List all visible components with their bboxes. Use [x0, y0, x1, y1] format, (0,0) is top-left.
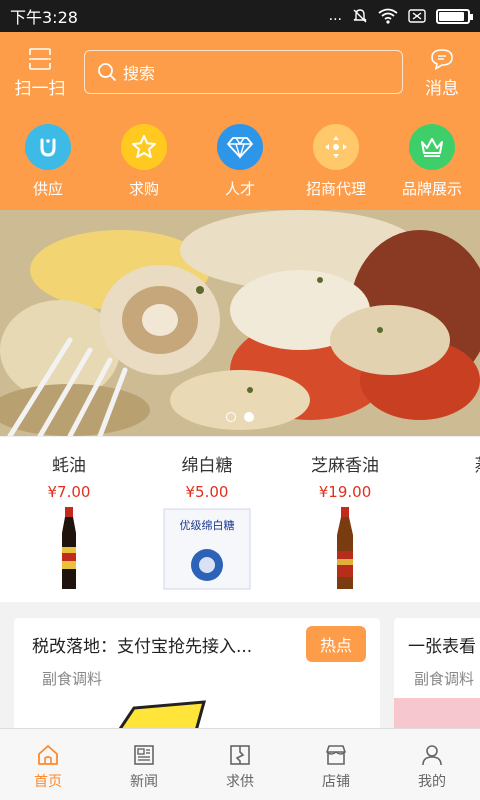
product-image: 优级绵白糖	[138, 507, 276, 591]
message-button[interactable]: 消息	[410, 48, 474, 99]
tab-label: 我的	[418, 774, 446, 790]
carousel-dot-active[interactable]	[244, 412, 254, 422]
status-bar: 下午3:28 ...	[0, 0, 480, 32]
message-label: 消息	[425, 79, 459, 99]
tab-label: 新闻	[130, 774, 158, 790]
category-supply[interactable]: 供应	[0, 124, 96, 204]
tab-shop[interactable]: 店铺	[288, 729, 384, 800]
shop-icon	[326, 745, 346, 765]
product-image	[0, 507, 138, 591]
tab-label: 店铺	[322, 774, 350, 790]
arrows-icon	[313, 124, 359, 170]
pack-text: 优级绵白糖	[180, 518, 235, 532]
scan-icon	[29, 48, 51, 70]
category-agency[interactable]: 招商代理	[288, 124, 384, 204]
tab-supply[interactable]: 求供	[192, 729, 288, 800]
scan-label: 扫一扫	[14, 79, 66, 99]
category-label: 求购	[128, 180, 159, 198]
news-card[interactable]: 税改落地：支付宝抢先接入... 热点 副食调料	[14, 618, 380, 728]
product-image	[276, 507, 414, 591]
news-category: 副食调料	[42, 670, 103, 688]
header: 扫一扫 搜索 消息 供应 求购 人才 招商代理 品牌展示	[0, 32, 480, 210]
sim-icon	[408, 9, 426, 23]
u-icon	[25, 124, 71, 170]
product-name: 绵白糖	[181, 456, 233, 476]
news-category: 副食调料	[414, 670, 475, 688]
category-row: 供应 求购 人才 招商代理 品牌展示	[0, 124, 480, 204]
sugar-pack: 优级绵白糖	[163, 508, 251, 590]
carousel-dots	[0, 412, 480, 422]
tab-label: 首页	[34, 774, 62, 790]
status-time: 下午3:28	[10, 8, 78, 27]
search-input[interactable]: 搜索	[84, 50, 403, 94]
top-bar: 扫一扫 搜索 消息	[0, 32, 480, 110]
news-card[interactable]: 一张表看 副食调料	[394, 618, 480, 728]
user-icon	[422, 745, 442, 766]
news-thumbnail	[118, 700, 207, 728]
oyster-sauce-bottle	[62, 507, 76, 589]
tab-mine[interactable]: 我的	[384, 729, 480, 800]
product-name: 蚝油	[52, 456, 86, 476]
diamond-icon	[217, 124, 263, 170]
category-label: 品牌展示	[401, 180, 462, 198]
category-brand[interactable]: 品牌展示	[384, 124, 480, 204]
product-price: ¥7.00	[47, 483, 91, 501]
home-icon	[38, 745, 58, 765]
product-card[interactable]: 绵白糖 ¥5.00 优级绵白糖	[138, 437, 276, 602]
crown-icon	[409, 124, 455, 170]
product-card[interactable]: 蒸	[414, 437, 480, 602]
status-dots: ...	[328, 8, 342, 24]
bottom-nav: 首页 新闻 求供 店铺 我的	[0, 728, 480, 800]
news-icon	[134, 745, 154, 765]
message-icon	[431, 49, 453, 70]
product-card[interactable]: 芝麻香油 ¥19.00	[276, 437, 414, 602]
product-price: ¥19.00	[318, 483, 372, 501]
tab-news[interactable]: 新闻	[96, 729, 192, 800]
tab-label: 求供	[226, 774, 254, 790]
wifi-icon	[378, 8, 398, 24]
news-carousel: 税改落地：支付宝抢先接入... 热点 副食调料 一张表看 副食调料	[0, 610, 480, 728]
search-placeholder: 搜索	[123, 64, 156, 83]
news-title: 一张表看	[408, 637, 476, 657]
scan-button[interactable]: 扫一扫	[8, 48, 72, 99]
product-card[interactable]: 蚝油 ¥7.00	[0, 437, 138, 602]
category-label: 供应	[32, 180, 63, 198]
product-price: ¥5.00	[185, 483, 229, 501]
category-label: 人才	[224, 180, 255, 198]
sesame-oil-bottle	[337, 507, 353, 589]
star-icon	[121, 124, 167, 170]
category-talent[interactable]: 人才	[192, 124, 288, 204]
banner-carousel[interactable]	[0, 210, 480, 436]
category-label: 招商代理	[305, 180, 366, 198]
product-name: 芝麻香油	[311, 456, 379, 476]
battery-icon	[436, 8, 473, 24]
banner-image	[0, 210, 480, 436]
supply-icon	[230, 745, 250, 765]
hot-badge: 热点	[305, 626, 366, 662]
news-title: 税改落地：支付宝抢先接入...	[32, 637, 253, 657]
tab-home[interactable]: 首页	[0, 729, 96, 800]
product-name: 蒸	[414, 451, 480, 476]
carousel-dot[interactable]	[226, 412, 236, 422]
status-icons: ...	[328, 8, 473, 24]
category-purchase[interactable]: 求购	[96, 124, 192, 204]
product-strip: 蚝油 ¥7.00 绵白糖 ¥5.00 优级绵白糖 芝麻香油 ¥19.00 蒸	[0, 436, 480, 602]
search-icon	[98, 63, 117, 82]
news-thumbnail	[394, 698, 480, 728]
mute-icon	[353, 9, 367, 23]
